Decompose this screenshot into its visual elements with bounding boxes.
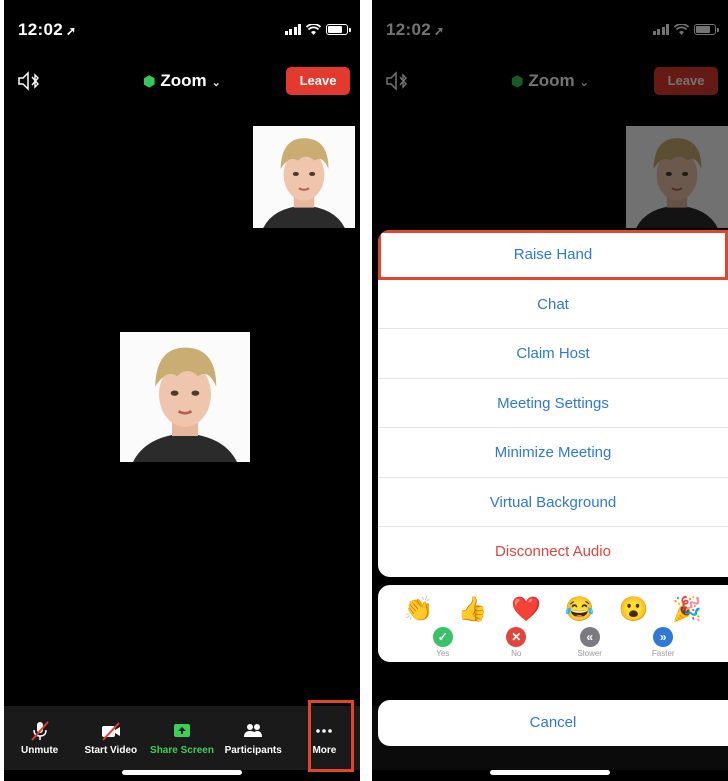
- meeting-header: ⬢Zoom ⌄ Leave: [4, 64, 360, 100]
- wifi-icon: [306, 24, 321, 35]
- home-indicator: [490, 770, 610, 775]
- status-time: 12:02: [18, 20, 63, 39]
- feedback-label: Slower: [577, 649, 602, 658]
- feedback-label: No: [511, 649, 522, 658]
- participant-face-image: [120, 332, 250, 462]
- feedback-label: Faster: [651, 649, 675, 658]
- toolbar-label: Start Video: [84, 744, 138, 756]
- nonverbal-feedback-row: ✓ Yes ✕ No « Slower » Faster: [378, 627, 728, 658]
- more-menu-screen: 12:02➚ ⬢Zoom⌄ Leave: [372, 0, 728, 781]
- virtual-background-menu-item[interactable]: Virtual Background: [378, 478, 728, 527]
- video-area: [4, 104, 360, 702]
- surprised-emoji-button[interactable]: 😮: [619, 595, 649, 624]
- minimize-meeting-menu-item[interactable]: Minimize Meeting: [378, 428, 728, 478]
- party-emoji-button[interactable]: 🎉: [672, 595, 702, 624]
- share-screen-button[interactable]: Share Screen: [146, 706, 217, 770]
- start-video-button[interactable]: Start Video: [75, 706, 146, 770]
- clap-emoji-button[interactable]: 👏: [404, 595, 434, 624]
- feedback-slower-button[interactable]: « Slower: [568, 627, 612, 658]
- feedback-faster-button[interactable]: » Faster: [641, 627, 685, 658]
- meeting-settings-menu-item[interactable]: Meeting Settings: [378, 379, 728, 428]
- leave-button[interactable]: Leave: [286, 67, 350, 95]
- shield-icon: ⬢: [143, 73, 156, 89]
- signal-icon: [284, 24, 301, 35]
- feedback-label: Yes: [436, 649, 450, 658]
- fast-forward-icon: »: [653, 627, 674, 647]
- emoji-reactions-row: 👏 👍 ❤️ 😂 😮 🎉: [378, 585, 728, 627]
- active-speaker-video[interactable]: [120, 332, 250, 462]
- feedback-yes-button[interactable]: ✓ Yes: [421, 627, 465, 658]
- home-indicator: [122, 770, 242, 775]
- close-icon: ✕: [506, 627, 527, 647]
- self-video-thumbnail[interactable]: [253, 126, 355, 228]
- disconnect-audio-menu-item[interactable]: Disconnect Audio: [378, 527, 728, 577]
- rewind-icon: «: [579, 627, 600, 647]
- raise-hand-menu-item[interactable]: Raise Hand: [378, 230, 728, 280]
- status-bar: 12:02➚: [4, 0, 360, 60]
- joy-emoji-button[interactable]: 😂: [565, 595, 595, 624]
- feedback-no-button[interactable]: ✕ No: [494, 627, 538, 658]
- toolbar-label: Share Screen: [150, 744, 214, 756]
- microphone-muted-icon: [30, 720, 49, 741]
- participants-icon: [244, 723, 263, 737]
- claim-host-menu-item[interactable]: Claim Host: [378, 329, 728, 379]
- video-off-icon: [101, 721, 120, 741]
- participant-face-image: [253, 126, 355, 228]
- chat-menu-item[interactable]: Chat: [378, 280, 728, 329]
- more-button-highlight: [308, 700, 354, 772]
- thumbs-up-emoji-button[interactable]: 👍: [458, 595, 488, 624]
- heart-emoji-button[interactable]: ❤️: [511, 595, 541, 624]
- share-screen-icon: [174, 723, 190, 737]
- participants-button[interactable]: Participants: [218, 706, 289, 770]
- meeting-title: Zoom: [160, 71, 207, 90]
- reactions-panel: 👏 👍 ❤️ 😂 😮 🎉 ✓ Yes ✕ No « Slower » Faste…: [378, 585, 728, 662]
- toolbar-label: Participants: [224, 744, 282, 756]
- unmute-button[interactable]: Unmute: [4, 706, 75, 770]
- cancel-button[interactable]: Cancel: [378, 700, 728, 746]
- battery-icon: [326, 24, 351, 35]
- toolbar-label: Unmute: [20, 744, 59, 756]
- meeting-toolbar: Unmute Start Video Share Screen Particip…: [4, 706, 360, 770]
- chevron-down-icon: ⌄: [211, 77, 221, 89]
- check-icon: ✓: [432, 627, 453, 647]
- more-menu-sheet: Raise Hand Chat Claim Host Meeting Setti…: [378, 230, 728, 577]
- location-arrow-icon: ➚: [65, 24, 77, 38]
- meeting-screen: 12:02 ➚ ⬢ Zoom ⌄ Leave Unmute Start Vide…: [4, 0, 360, 781]
